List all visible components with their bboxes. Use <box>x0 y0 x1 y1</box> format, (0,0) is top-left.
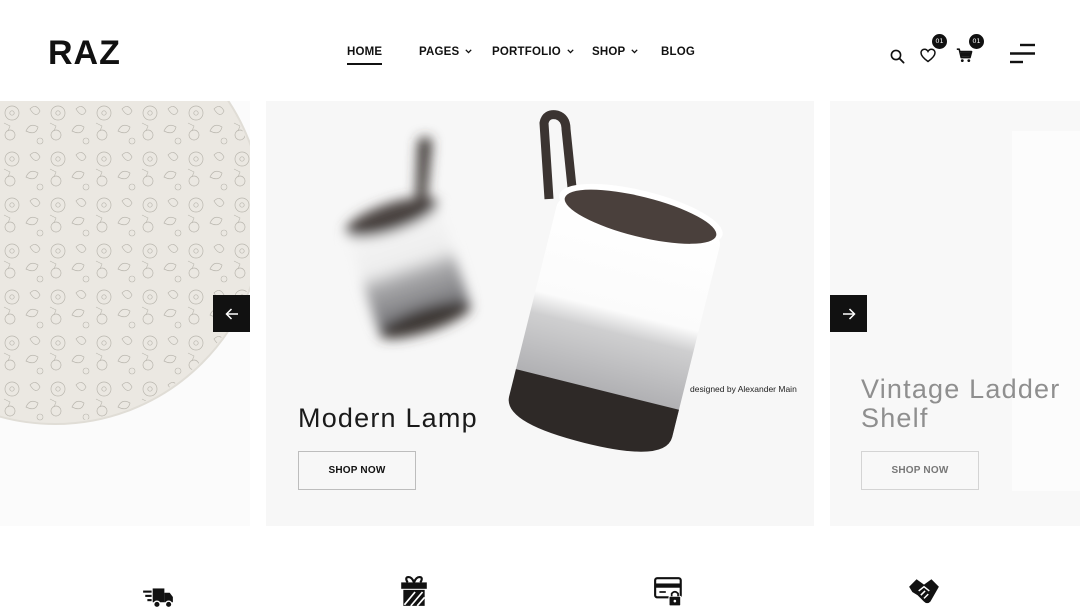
slide-title-line1: Vintage Ladder <box>861 374 1061 404</box>
designer-credit: designed by Alexander Main <box>690 384 797 394</box>
shop-now-button-next[interactable]: SHOP NOW <box>861 451 979 490</box>
cart-icon[interactable] <box>956 48 973 63</box>
wishlist-count-badge: 01 <box>932 34 947 49</box>
shop-now-button[interactable]: SHOP NOW <box>298 451 416 490</box>
chevron-down-icon <box>631 49 639 54</box>
gift-box-icon <box>401 576 427 607</box>
slide-title-line2: Shelf <box>861 403 929 433</box>
slider-next-button[interactable] <box>830 295 867 332</box>
slide-active[interactable]: designed by Alexander Main Modern Lamp S… <box>266 101 814 526</box>
slide-title: Modern Lamp <box>298 403 478 433</box>
chevron-down-icon <box>465 49 473 54</box>
arrow-right-icon <box>842 307 856 320</box>
hamburger-menu-icon[interactable] <box>1009 43 1036 64</box>
slider-prev-button[interactable] <box>213 295 250 332</box>
site-logo[interactable]: RAZ <box>48 34 121 73</box>
chevron-down-icon <box>567 49 574 54</box>
slide-next[interactable]: Vintage Ladder Shelf SHOP NOW <box>830 101 1080 526</box>
nav-item-portfolio[interactable]: PORTFOLIO <box>492 46 574 58</box>
nav-item-shop[interactable]: SHOP <box>592 46 639 58</box>
nav-item-blog[interactable]: BLOG <box>661 46 695 58</box>
handshake-icon <box>909 579 939 604</box>
search-icon[interactable] <box>890 49 905 64</box>
secure-payment-card-icon <box>654 577 682 607</box>
nav-item-pages[interactable]: PAGES <box>419 46 473 58</box>
shelf-image <box>1012 131 1080 491</box>
arrow-left-icon <box>224 307 238 320</box>
cart-count-badge: 01 <box>969 34 984 49</box>
heart-icon[interactable] <box>920 48 936 63</box>
nav-item-home[interactable]: HOME <box>347 46 383 65</box>
fast-delivery-truck-icon <box>143 588 173 608</box>
